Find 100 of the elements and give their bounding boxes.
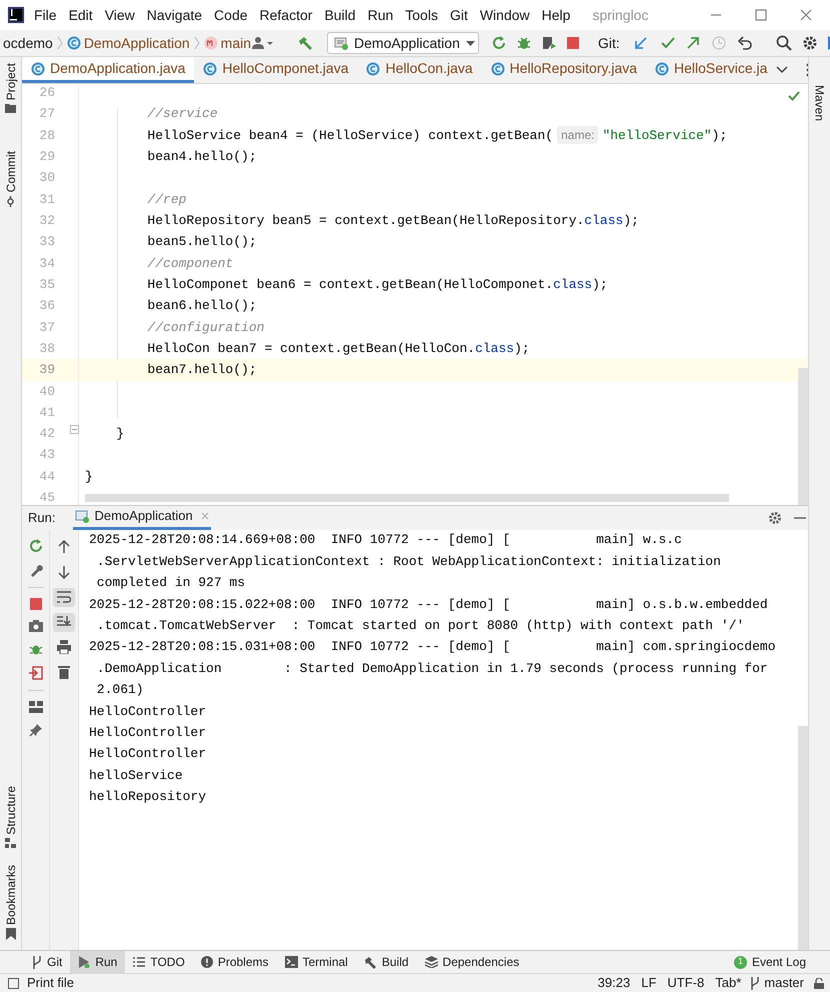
camera-icon[interactable] — [28, 620, 42, 632]
fold-icon[interactable] — [70, 425, 79, 434]
code-text: HelloService bean4 = (HelloService) context.getBean( — [147, 126, 554, 145]
structure-icon[interactable] — [5, 838, 16, 849]
tool-window-button[interactable]: Bookmarks — [4, 864, 18, 925]
tool-window-tab[interactable]: Build — [356, 951, 417, 973]
bookmark-icon[interactable] — [6, 928, 16, 940]
console-line: 2025-12-28T20:08:15.031+08:00 INFO 10772 --- [demo] [ main] com.springiocdemo — [89, 638, 776, 656]
menu-item[interactable]: Refactor — [260, 4, 312, 26]
menu-item[interactable]: Code — [214, 4, 248, 26]
settings-icon[interactable] — [802, 35, 818, 51]
tool-window-button[interactable]: Project — [4, 63, 18, 100]
down-arrow-icon[interactable] — [58, 565, 70, 579]
code-comment: //configuration — [147, 318, 264, 337]
layout-icon[interactable] — [28, 700, 42, 712]
app-logo-icon — [8, 7, 24, 23]
caret-icon — [466, 40, 475, 46]
stop-icon[interactable] — [30, 598, 42, 610]
menu-item[interactable]: File — [34, 4, 57, 26]
line-number: 44 — [39, 468, 55, 486]
run-config-dropdown[interactable]: DemoApplication — [327, 32, 480, 54]
indent-setting[interactable]: Tab* — [715, 973, 742, 992]
scroll-end-icon[interactable] — [57, 615, 71, 629]
menu-item[interactable]: Tools — [405, 4, 438, 26]
breadcrumb[interactable]: ocdemo — [3, 32, 53, 54]
menu-item[interactable]: Build — [324, 4, 356, 26]
code-comment: //component — [147, 254, 234, 273]
menu-item[interactable]: Help — [542, 4, 570, 26]
line-ending[interactable]: LF — [641, 973, 656, 992]
chevron-down-icon[interactable] — [776, 66, 788, 74]
menu-item[interactable]: Navigate — [146, 4, 202, 26]
maximize-icon[interactable] — [755, 9, 767, 21]
status-message: Print file — [27, 974, 74, 992]
menu-item[interactable]: Run — [368, 4, 394, 26]
menu-item[interactable]: Window — [480, 4, 530, 26]
list-icon — [133, 957, 146, 967]
class-icon — [655, 62, 670, 76]
wrench-icon[interactable] — [28, 562, 42, 576]
tool-window-tab[interactable]: Terminal — [276, 951, 356, 973]
exit-icon[interactable] — [28, 666, 42, 680]
scrollbar[interactable] — [798, 368, 808, 504]
rerun-icon[interactable] — [491, 35, 508, 51]
git-branch-button[interactable]: master — [750, 973, 804, 992]
editor-tab[interactable]: HelloRepository.java — [482, 57, 646, 83]
update-arrow-icon[interactable] — [634, 36, 648, 50]
class-icon — [31, 62, 45, 76]
editor-tab[interactable]: HelloCon.java — [357, 57, 482, 83]
hammer-icon[interactable] — [297, 35, 314, 51]
search-icon[interactable] — [776, 35, 792, 51]
tool-window-tab[interactable]: Git — [24, 951, 70, 973]
editor-tab[interactable]: HelloComponet.java — [194, 57, 358, 83]
breadcrumb[interactable]: DemoApplication — [84, 32, 190, 54]
editor-tab[interactable]: DemoApplication.java — [22, 57, 194, 83]
print-icon[interactable] — [57, 640, 71, 654]
cursor-position[interactable]: 39:23 — [598, 973, 630, 992]
settings-icon[interactable] — [768, 510, 782, 524]
tool-window-button[interactable]: Commit — [4, 151, 18, 193]
class-icon — [66, 36, 81, 50]
editor-tab[interactable]: HelloService.ja — [646, 57, 776, 83]
tool-window-button[interactable]: Structure — [4, 786, 18, 835]
line-number: 35 — [39, 276, 55, 294]
lock-icon[interactable] — [814, 978, 824, 988]
code-text: ); — [592, 276, 608, 294]
line-number: 36 — [39, 297, 55, 316]
event-log-button[interactable]: 1 Event Log — [734, 953, 806, 971]
stop-icon[interactable] — [566, 36, 580, 50]
menu-item[interactable]: View — [104, 4, 135, 26]
trash-icon[interactable] — [58, 665, 70, 679]
folder-icon[interactable] — [5, 103, 16, 114]
class-icon — [490, 62, 505, 76]
scrollbar[interactable] — [85, 494, 729, 502]
breadcrumb[interactable]: main — [220, 32, 252, 54]
tool-window-button[interactable]: Maven — [812, 85, 826, 122]
tool-window-tab[interactable]: TODO — [125, 951, 193, 973]
play-icon — [78, 956, 90, 968]
undo-icon[interactable] — [738, 36, 752, 50]
git-label: Git: — [598, 34, 620, 52]
scrollbar[interactable] — [798, 726, 808, 950]
menu-item[interactable]: Git — [450, 4, 468, 26]
toggle-icon[interactable] — [8, 978, 19, 988]
user-icon[interactable] — [251, 36, 274, 50]
pin-icon[interactable] — [28, 722, 42, 736]
console-line: 2025-12-28T20:08:14.669+08:00 INFO 10772 --- [demo] [ main] w.s.c — [89, 531, 682, 550]
rerun-icon[interactable] — [28, 538, 42, 552]
tool-window-tab[interactable]: Run — [70, 951, 126, 973]
close-icon[interactable] — [800, 9, 812, 21]
class-icon — [366, 62, 380, 76]
up-arrow-icon[interactable] — [58, 540, 70, 554]
file-encoding[interactable]: UTF-8 — [667, 973, 704, 992]
menu-item[interactable]: Edit — [68, 4, 93, 26]
code-text: bean5.hello(); — [147, 233, 257, 252]
tool-window-tab[interactable]: Problems — [192, 951, 276, 973]
soft-wrap-icon[interactable] — [57, 591, 71, 603]
coverage-icon[interactable] — [541, 35, 558, 51]
bug-icon[interactable] — [516, 35, 532, 51]
tool-window-tab[interactable]: Dependencies — [416, 951, 528, 973]
check-icon[interactable] — [660, 36, 675, 50]
parameter-hint: name: — [557, 126, 598, 144]
commit-icon[interactable] — [5, 196, 16, 207]
push-arrow-icon[interactable] — [686, 36, 700, 50]
